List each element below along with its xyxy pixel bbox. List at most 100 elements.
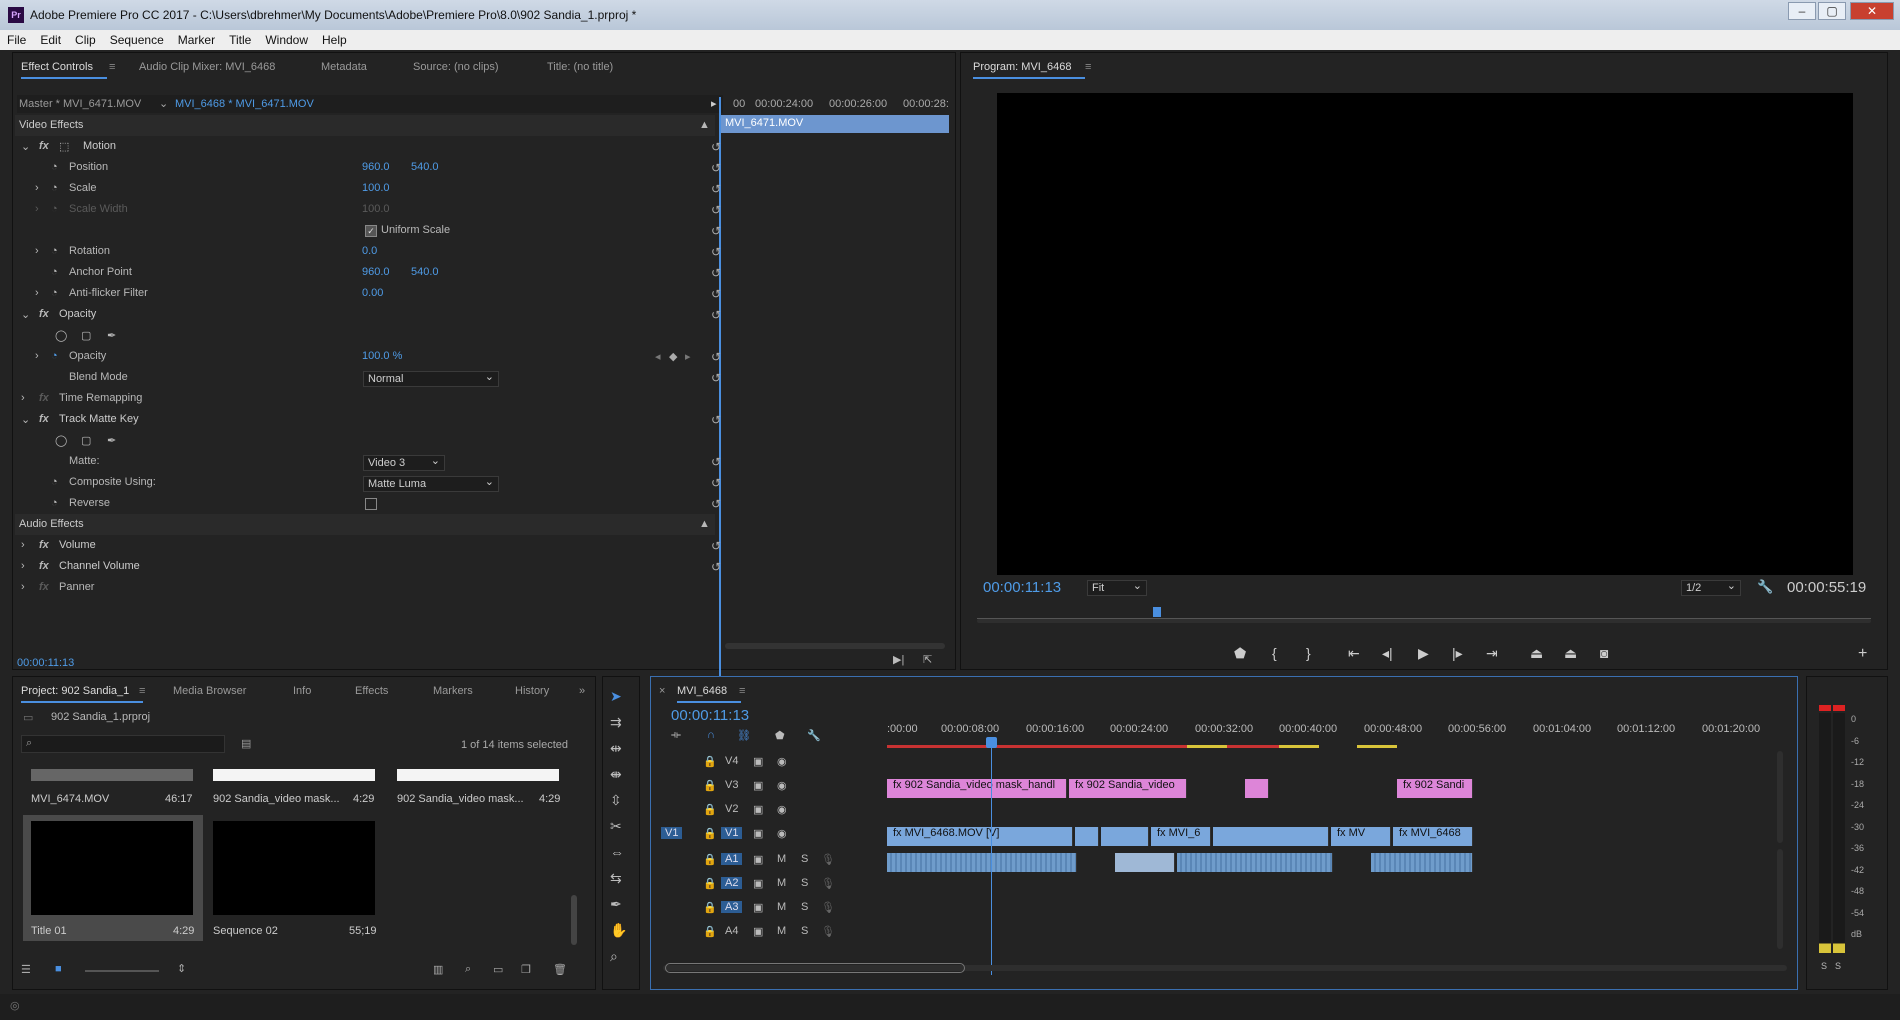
program-scrubber[interactable] bbox=[977, 605, 1871, 619]
find-icon[interactable]: ⌕ bbox=[465, 963, 471, 976]
tab-menu-icon[interactable]: ≡ bbox=[109, 61, 115, 73]
keyframe-next-icon[interactable]: ▸ bbox=[685, 350, 691, 363]
anchor-x-value[interactable]: 960.0 bbox=[362, 266, 390, 278]
project-search-input[interactable]: ⌕ bbox=[21, 735, 225, 753]
tab-audio-clip-mixer[interactable]: Audio Clip Mixer: MVI_6468 bbox=[139, 61, 275, 73]
clip-v1[interactable] bbox=[1075, 827, 1099, 846]
mute-button[interactable]: M bbox=[777, 877, 786, 889]
rate-stretch-tool-icon[interactable]: ⇳ bbox=[610, 792, 622, 809]
rectangle-mask-icon[interactable]: ▢ bbox=[81, 434, 91, 447]
track-label[interactable]: V1 bbox=[721, 827, 743, 839]
lock-icon[interactable]: 🔒 bbox=[703, 901, 717, 914]
mini-clip-bar[interactable]: MVI_6471.MOV bbox=[721, 115, 949, 133]
hand-tool-icon[interactable]: ✋ bbox=[610, 922, 627, 939]
close-sequence-icon[interactable]: × bbox=[659, 685, 665, 697]
mini-scrollbar[interactable] bbox=[725, 643, 945, 649]
menu-title[interactable]: Title bbox=[222, 30, 258, 50]
fx-track-matte-row[interactable]: ⌄ fx Track Matte Key ↺ bbox=[15, 409, 721, 430]
keyframe-add-icon[interactable]: ◆ bbox=[669, 350, 677, 363]
lock-icon[interactable]: 🔒 bbox=[703, 779, 717, 792]
stopwatch-icon[interactable]: ◔ bbox=[51, 266, 58, 278]
close-button[interactable]: ✕ bbox=[1850, 2, 1894, 20]
master-clip-label[interactable]: Master * MVI_6471.MOV bbox=[19, 98, 141, 110]
clip-v3[interactable]: fx 902 Sandi bbox=[1397, 779, 1473, 798]
program-timecode[interactable]: 00:00:11:13 bbox=[983, 579, 1061, 596]
stopwatch-icon[interactable]: ◔ bbox=[51, 287, 58, 299]
nest-icon[interactable]: ⟛ bbox=[671, 729, 681, 742]
tab-markers[interactable]: Markers bbox=[433, 685, 473, 697]
reset-icon[interactable]: ↺ bbox=[711, 245, 721, 259]
program-video-frame[interactable] bbox=[997, 93, 1853, 575]
reset-icon[interactable]: ↺ bbox=[711, 413, 721, 427]
audio-clip-a1[interactable] bbox=[1371, 853, 1473, 872]
tab-source[interactable]: Source: (no clips) bbox=[413, 61, 499, 73]
mic-icon[interactable]: 🎙 bbox=[821, 877, 835, 890]
solo-right-button[interactable]: S bbox=[1835, 961, 1841, 971]
pen-mask-icon[interactable]: ✒ bbox=[107, 434, 116, 447]
tab-sequence[interactable]: MVI_6468 bbox=[677, 685, 742, 703]
minimize-button[interactable]: – bbox=[1788, 2, 1816, 20]
reset-icon[interactable]: ↺ bbox=[711, 560, 721, 574]
opacity-value[interactable]: 100.0 % bbox=[362, 350, 402, 362]
item-name[interactable]: 902 Sandia_video mask... bbox=[397, 793, 524, 805]
fx-panner-row[interactable]: › fx Panner bbox=[15, 577, 715, 598]
go-to-out-icon[interactable]: ⇥ bbox=[1486, 645, 1498, 662]
lock-icon[interactable]: 🔒 bbox=[703, 877, 717, 890]
zoom-tool-icon[interactable]: ⌕ bbox=[610, 948, 618, 965]
track-label[interactable]: A4 bbox=[725, 925, 738, 937]
item-name[interactable]: Sequence 02 bbox=[213, 925, 278, 937]
menu-file[interactable]: File bbox=[0, 30, 33, 50]
zoom-fit-dropdown[interactable]: Fit bbox=[1087, 579, 1147, 596]
ellipse-mask-icon[interactable]: ◯ bbox=[55, 434, 67, 447]
lock-icon[interactable]: 🔒 bbox=[703, 827, 717, 840]
linked-selection-icon[interactable]: ⛓ bbox=[737, 729, 751, 742]
maximize-button[interactable]: ▢ bbox=[1818, 2, 1846, 20]
reset-icon[interactable]: ↺ bbox=[711, 476, 721, 490]
clip-v1[interactable]: fx MVI_6468.MOV [V] bbox=[887, 827, 1073, 846]
stopwatch-icon[interactable]: ◔ bbox=[51, 476, 58, 488]
fx-channel-volume-row[interactable]: › fx Channel Volume ↺ bbox=[15, 556, 721, 577]
fx-volume-row[interactable]: › fx Volume ↺ bbox=[15, 535, 721, 556]
tab-history[interactable]: History bbox=[515, 685, 549, 697]
settings-wrench-icon[interactable]: 🔧 bbox=[807, 729, 821, 742]
selection-tool-icon[interactable]: ➤ bbox=[610, 688, 622, 705]
track-label[interactable]: A2 bbox=[721, 877, 743, 889]
ripple-edit-tool-icon[interactable]: ⇹ bbox=[610, 740, 622, 757]
reset-icon[interactable]: ↺ bbox=[711, 539, 721, 553]
mic-icon[interactable]: 🎙 bbox=[821, 853, 835, 866]
razor-tool-icon[interactable]: ✂ bbox=[610, 818, 622, 835]
export-icon[interactable]: ⇱ bbox=[923, 653, 932, 666]
trash-icon[interactable]: 🗑 bbox=[553, 963, 567, 976]
antiflicker-value[interactable]: 0.00 bbox=[362, 287, 383, 299]
reset-icon[interactable]: ↺ bbox=[711, 287, 721, 301]
scale-value[interactable]: 100.0 bbox=[362, 182, 390, 194]
solo-button[interactable]: S bbox=[801, 901, 808, 913]
reset-icon[interactable]: ↺ bbox=[711, 140, 721, 154]
lock-icon[interactable]: 🔒 bbox=[703, 803, 717, 816]
sync-lock-icon[interactable]: ▣ bbox=[753, 755, 763, 768]
solo-button[interactable]: S bbox=[801, 877, 808, 889]
project-scrollbar[interactable] bbox=[571, 895, 577, 945]
eye-icon[interactable]: ◉ bbox=[777, 779, 787, 792]
clip-v3[interactable]: fx 902 Sandia_video bbox=[1069, 779, 1187, 798]
anchor-y-value[interactable]: 540.0 bbox=[411, 266, 439, 278]
reverse-checkbox[interactable] bbox=[365, 498, 377, 510]
play-only-icon[interactable]: ▸ bbox=[711, 97, 717, 110]
add-button-icon[interactable]: + bbox=[1858, 645, 1867, 663]
new-bin-from-search-icon[interactable]: ▤ bbox=[241, 737, 251, 750]
item-name[interactable]: MVI_6474.MOV bbox=[31, 793, 109, 805]
tab-menu-icon[interactable]: ≡ bbox=[139, 685, 145, 697]
position-x-value[interactable]: 960.0 bbox=[362, 161, 390, 173]
selected-item[interactable]: Title 01 4:29 bbox=[23, 815, 203, 941]
resolution-dropdown[interactable]: 1/2 bbox=[1681, 579, 1741, 596]
timeline-ruler[interactable]: :00:00 00:00:08:00 00:00:16:00 00:00:24:… bbox=[887, 719, 1787, 749]
tab-info[interactable]: Info bbox=[293, 685, 311, 697]
sync-lock-icon[interactable]: ▣ bbox=[753, 827, 763, 840]
pen-tool-icon[interactable]: ✒ bbox=[610, 896, 622, 913]
rolling-edit-tool-icon[interactable]: ⇼ bbox=[610, 766, 622, 783]
mark-in-icon[interactable]: { bbox=[1272, 645, 1277, 661]
status-icon[interactable]: ◎ bbox=[10, 999, 20, 1012]
rotation-value[interactable]: 0.0 bbox=[362, 245, 377, 257]
stopwatch-icon[interactable]: ◔ bbox=[51, 350, 58, 362]
automate-icon[interactable]: ▥ bbox=[433, 963, 443, 976]
